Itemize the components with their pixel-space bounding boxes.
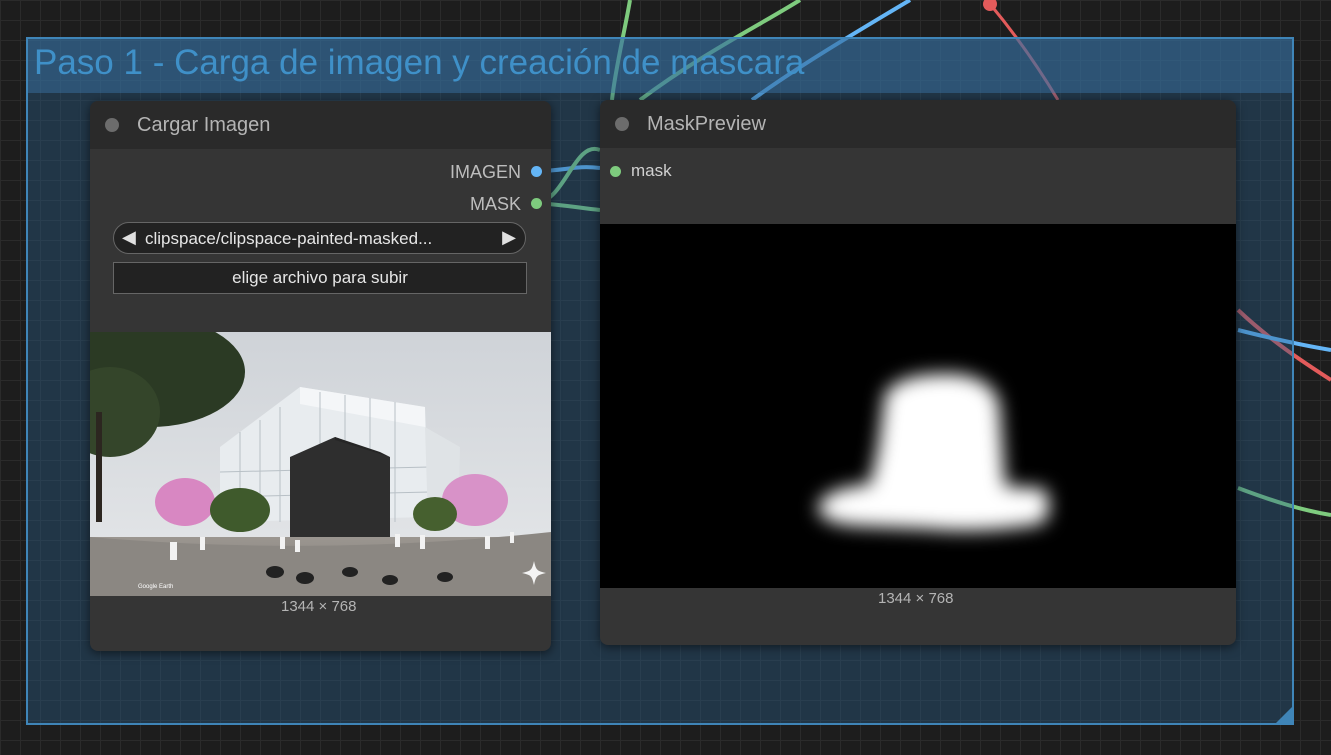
node-header[interactable]: Cargar Imagen <box>90 101 551 149</box>
image-preview: Google Earth <box>90 332 551 596</box>
input-slot-mask[interactable] <box>610 166 621 177</box>
group-resize-handle[interactable] <box>1276 707 1292 723</box>
upload-file-button[interactable]: elige archivo para subir <box>113 262 527 294</box>
collapse-dot-icon[interactable] <box>105 118 119 132</box>
node-title: MaskPreview <box>647 113 766 135</box>
group-header[interactable]: Paso 1 - Carga de imagen y creación de m… <box>28 39 1292 93</box>
combo-prev-arrow-icon[interactable]: ◀ <box>122 227 136 248</box>
preview-dimensions: 1344 × 768 <box>878 590 954 607</box>
input-label-mask: mask <box>631 161 672 180</box>
image-combo[interactable]: ◀ clipspace/clipspace-painted-masked... … <box>113 222 526 254</box>
collapse-dot-icon[interactable] <box>615 117 629 131</box>
mask-preview-image <box>600 224 1236 588</box>
output-slot-mask[interactable] <box>531 198 542 209</box>
node-title: Cargar Imagen <box>137 114 271 136</box>
load-image-node[interactable]: Cargar Imagen IMAGEN MASK ◀ clipspace/cl… <box>90 101 551 651</box>
output-label-imagen: IMAGEN <box>449 162 521 182</box>
mask-preview-illustration <box>818 373 1049 531</box>
preview-dimensions: 1344 × 768 <box>281 598 357 615</box>
output-slot-imagen[interactable] <box>531 166 542 177</box>
node-header[interactable]: MaskPreview <box>600 100 1236 148</box>
image-preview-illustration: Google Earth <box>90 332 551 596</box>
output-label-mask: MASK <box>469 194 521 214</box>
group-title: Paso 1 - Carga de imagen y creación de m… <box>34 43 805 82</box>
preview-watermark: Google Earth <box>138 584 173 590</box>
combo-value[interactable]: clipspace/clipspace-painted-masked... <box>145 229 495 249</box>
mask-preview-node[interactable]: MaskPreview mask 1344 × 768 <box>600 100 1236 645</box>
link-red-reroute <box>983 0 997 11</box>
combo-next-arrow-icon[interactable]: ▶ <box>502 227 516 248</box>
